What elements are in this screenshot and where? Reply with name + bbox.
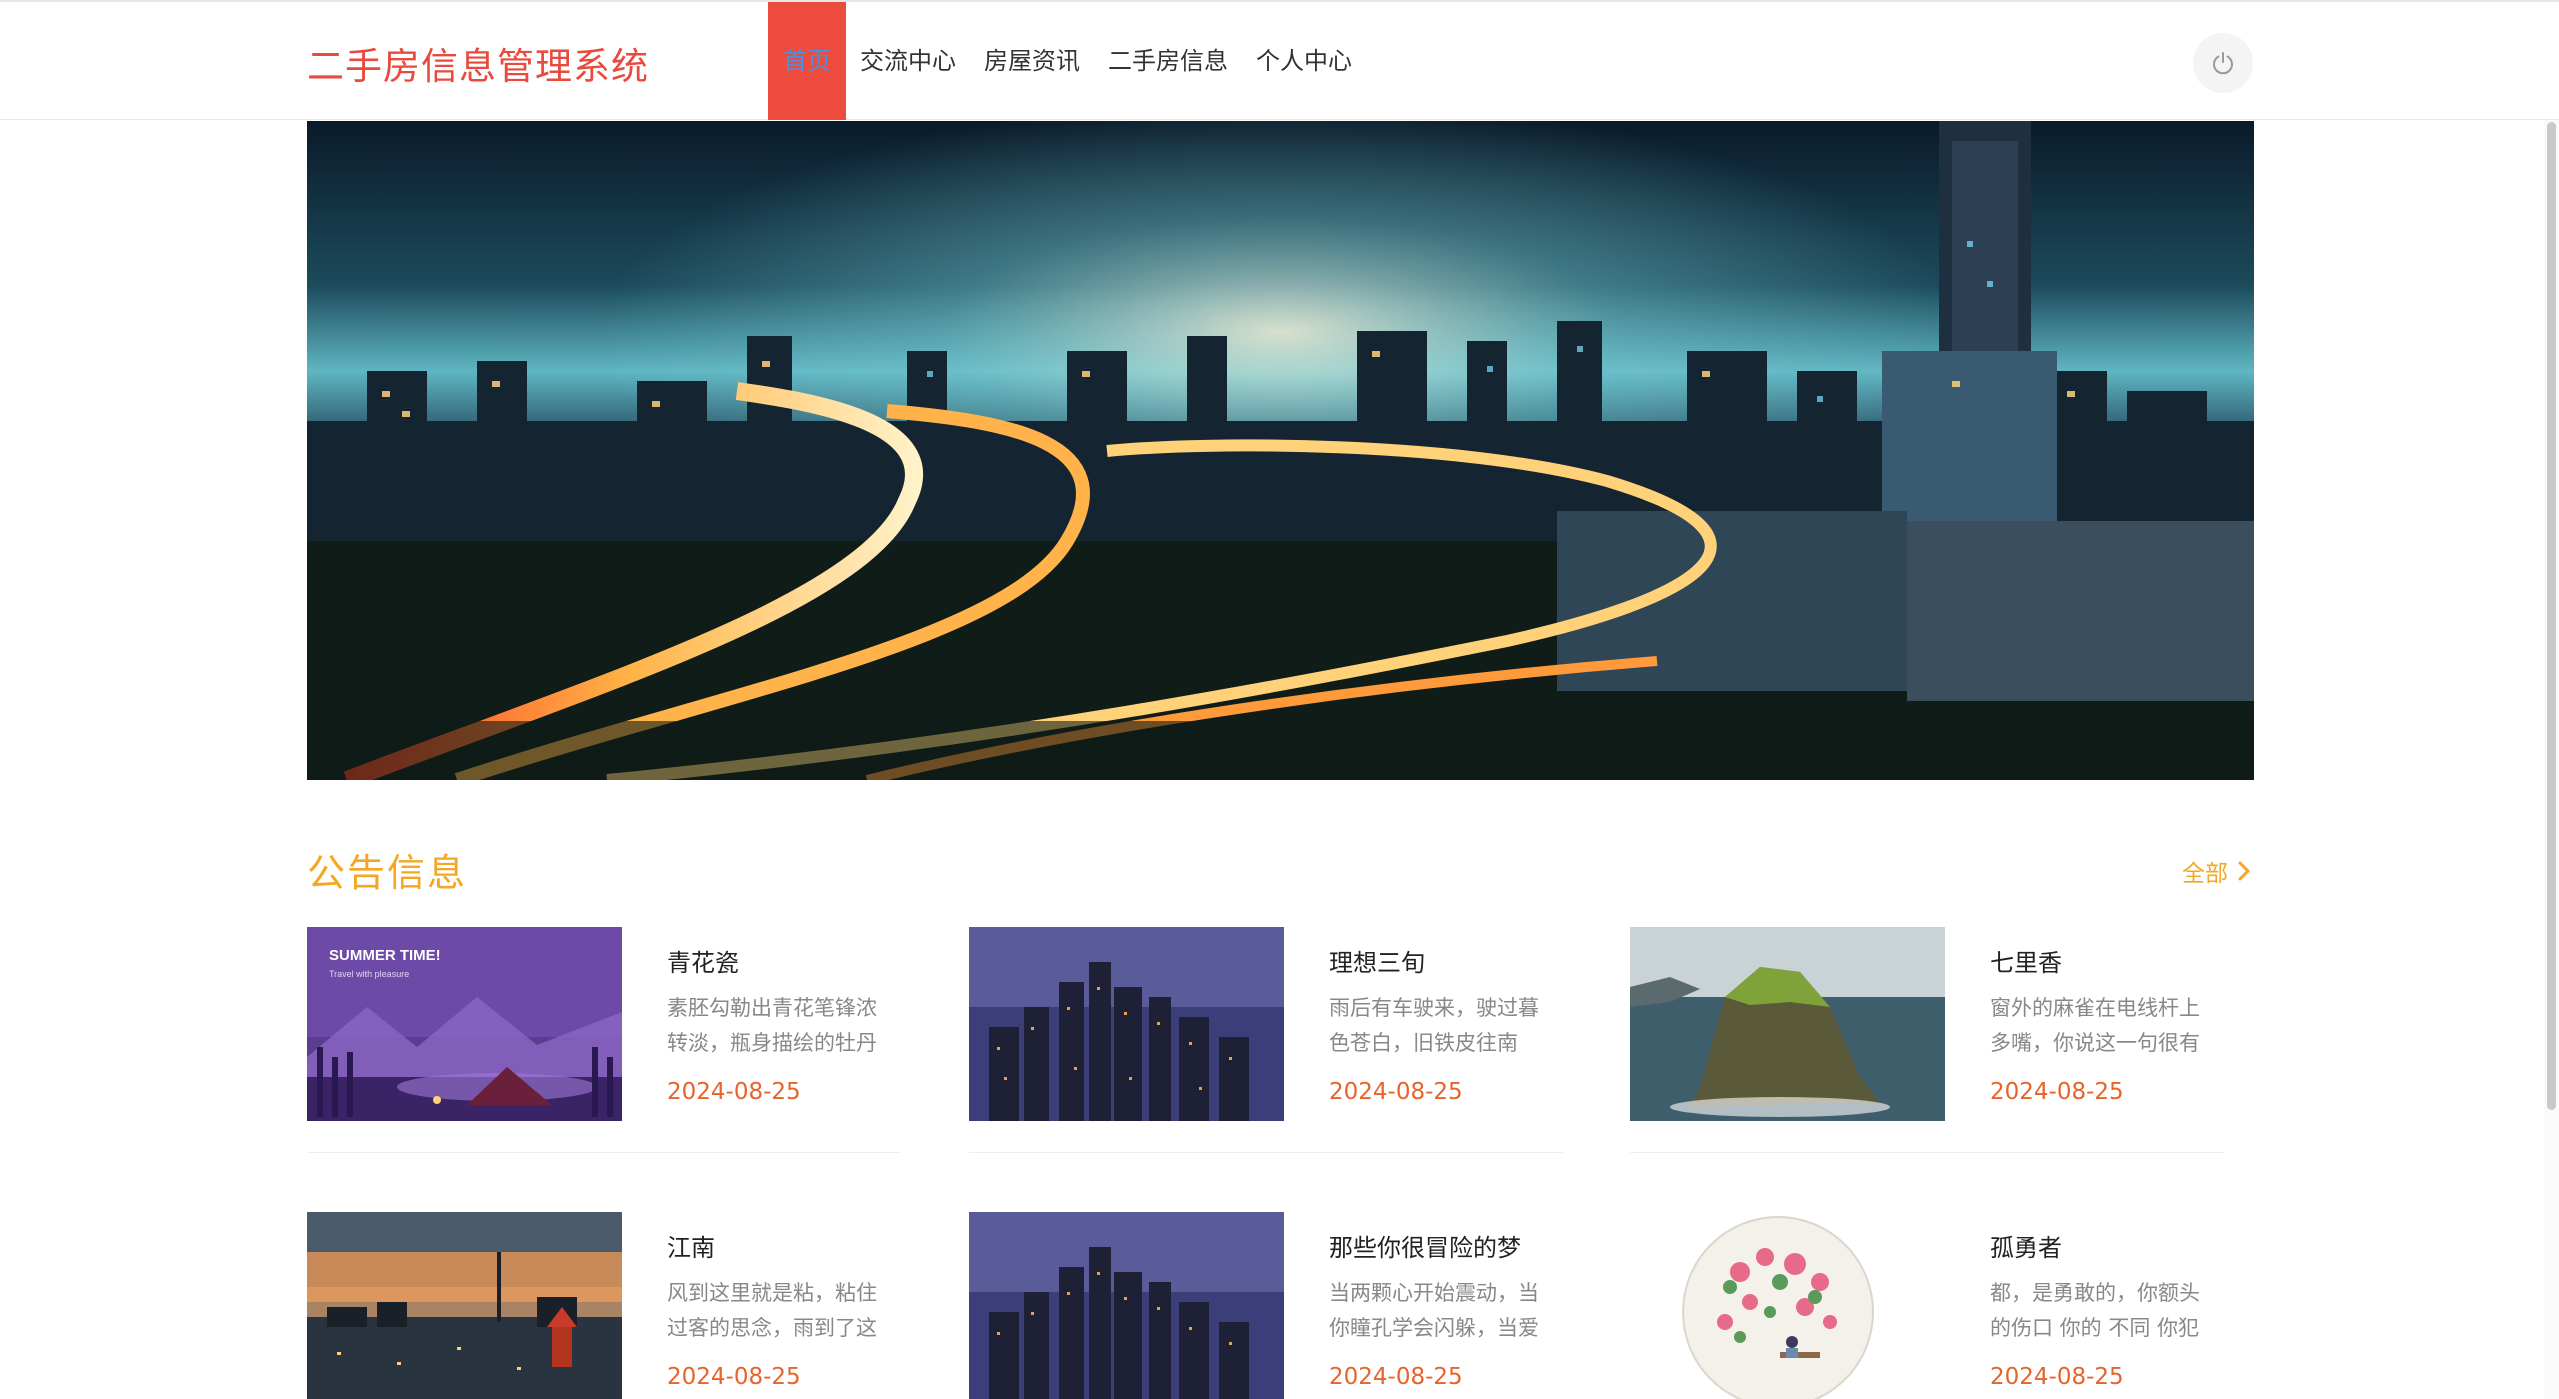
divider [1630,1152,2224,1153]
notice-date: 2024-08-25 [1990,1364,2124,1390]
notice-thumbnail[interactable] [1630,927,1945,1121]
notice-title[interactable]: 理想三旬 [1329,943,1425,978]
notice-title[interactable]: 七里香 [1990,943,2062,978]
notice-card[interactable]: 江南 风到这里就是粘，粘住过客的思念，雨到了这 2024-08-25 [307,1212,901,1399]
notice-thumbnail[interactable] [1630,1212,1945,1399]
notice-card[interactable]: 七里香 窗外的麻雀在电线杆上多嘴，你说这一句很有 2024-08-25 [1630,927,2224,1177]
notice-desc: 窗外的麻雀在电线杆上多嘴，你说这一句很有 [1990,996,2200,1055]
river-city-image [307,1212,622,1399]
notice-card[interactable]: SUMMER TIME! Travel with pleasure 青花瓷 素胚… [307,927,901,1177]
notice-thumbnail[interactable] [969,927,1284,1121]
travel-text: Travel with pleasure [329,969,409,979]
notice-card[interactable]: 孤勇者 都，是勇敢的，你额头的伤口 你的 不同 你犯 2024-08-25 [1630,1212,2224,1399]
notice-desc: 雨后有车驶来，驶过暮色苍白，旧铁皮往南 [1329,996,1539,1055]
notice-date: 2024-08-25 [667,1364,801,1390]
notice-date: 2024-08-25 [1329,1364,1463,1390]
notice-desc: 都，是勇敢的，你额头的伤口 你的 不同 你犯 [1990,1281,2200,1340]
hero-banner[interactable] [307,121,2254,780]
sea-cliff-image [1630,927,1945,1121]
nav-item-exchange[interactable]: 交流中心 [846,2,970,120]
notice-card[interactable]: 理想三旬 雨后有车驶来，驶过暮色苍白，旧铁皮往南 2024-08-25 [969,927,1563,1177]
nav-item-news[interactable]: 房屋资讯 [970,2,1094,120]
notice-thumbnail[interactable]: SUMMER TIME! Travel with pleasure [307,927,622,1121]
power-icon [2213,52,2233,75]
flower-painting-image [1630,1212,1945,1399]
nav-item-profile[interactable]: 个人中心 [1242,2,1366,120]
logout-button[interactable] [2193,33,2253,93]
notice-desc: 素胚勾勒出青花笔锋浓转淡，瓶身描绘的牡丹 [667,996,877,1055]
summer-time-image: SUMMER TIME! Travel with pleasure [307,927,622,1121]
scrollbar-thumb[interactable] [2547,122,2556,1110]
nav-item-listings[interactable]: 二手房信息 [1094,2,1242,120]
page: 二手房信息管理系统 首页 交流中心 房屋资讯 二手房信息 个人中心 公告信息 全… [0,0,2559,1399]
chevron-right-icon [2238,861,2250,881]
view-all-label: 全部 [2182,861,2228,887]
divider [969,1152,1563,1153]
notice-card[interactable]: 那些你很冒险的梦 当两颗心开始震动，当你瞳孔学会闪躲，当爱 2024-08-25 [969,1212,1563,1399]
view-all-link[interactable]: 全部 [2182,854,2252,888]
top-header: 二手房信息管理系统 首页 交流中心 房屋资讯 二手房信息 个人中心 [0,0,2559,120]
main-nav: 首页 交流中心 房屋资讯 二手房信息 个人中心 [768,2,1366,120]
notice-date: 2024-08-25 [1329,1079,1463,1105]
notice-title[interactable]: 江南 [667,1228,715,1263]
notice-thumbnail[interactable] [307,1212,622,1399]
notice-title[interactable]: 那些你很冒险的梦 [1329,1228,1521,1263]
divider [307,1152,901,1153]
notice-date: 2024-08-25 [1990,1079,2124,1105]
notice-thumbnail[interactable] [969,1212,1284,1399]
notice-title[interactable]: 青花瓷 [667,943,739,978]
notices-title: 公告信息 [307,851,468,895]
notice-desc: 当两颗心开始震动，当你瞳孔学会闪躲，当爱 [1329,1281,1539,1340]
city-skyline-image [969,927,1284,1121]
summer-time-text: SUMMER TIME! [329,947,441,964]
notice-date: 2024-08-25 [667,1079,801,1105]
notice-desc: 风到这里就是粘，粘住过客的思念，雨到了这 [667,1281,877,1340]
nav-item-home[interactable]: 首页 [768,2,846,120]
city-skyline-image [969,1212,1284,1399]
notice-title[interactable]: 孤勇者 [1990,1228,2062,1263]
banner-image [307,121,2254,780]
site-logo[interactable]: 二手房信息管理系统 [307,36,649,90]
